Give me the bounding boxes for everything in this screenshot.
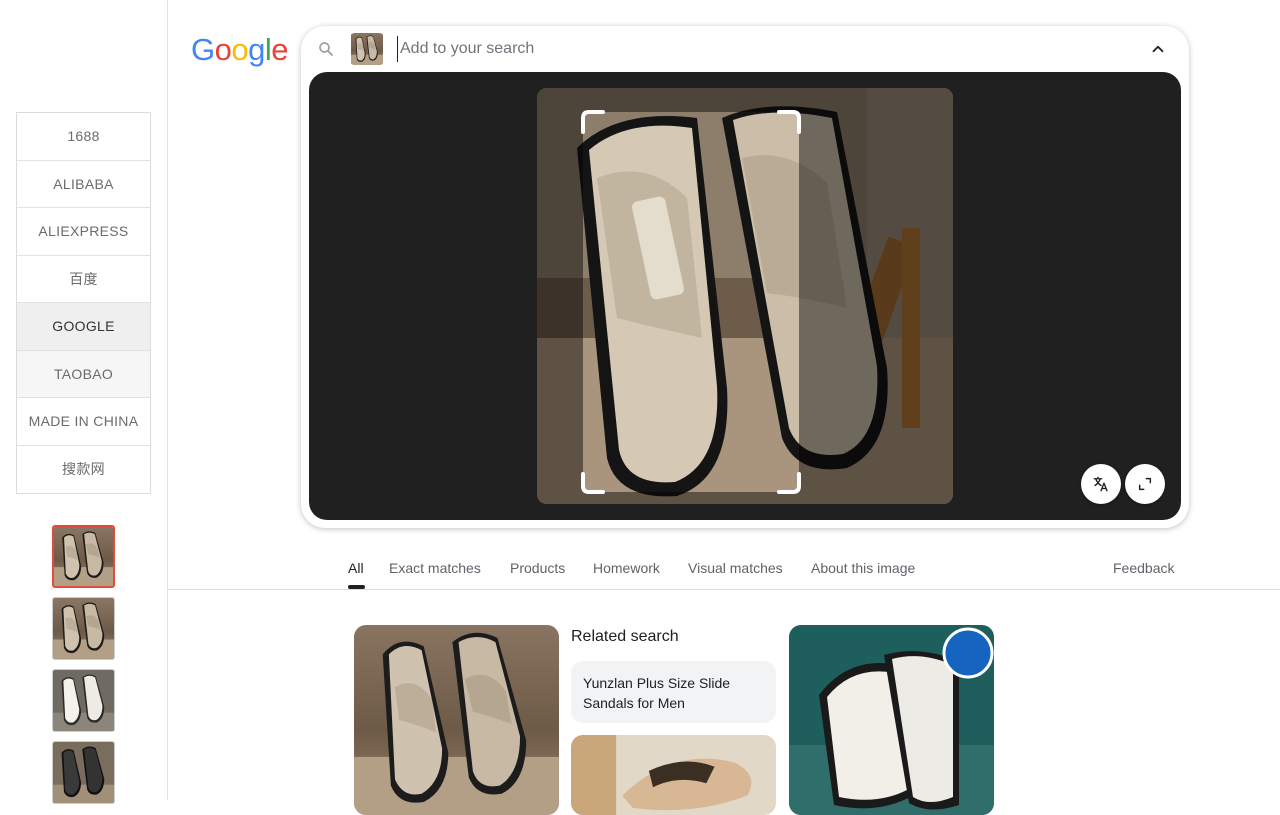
feedback-link[interactable]: Feedback <box>1113 560 1174 576</box>
engine-taobao[interactable]: TAOBAO <box>17 351 150 399</box>
logo-letter: o <box>231 32 248 68</box>
sandal-photo-icon <box>54 527 113 586</box>
engine-sidebar: 1688 ALIBABA ALIEXPRESS 百度 GOOGLE TAOBAO… <box>0 0 168 800</box>
sandal-photo-icon <box>354 625 559 815</box>
related-search-chip[interactable]: Yunzlan Plus Size Slide Sandals for Men <box>571 661 776 723</box>
search-input[interactable] <box>397 36 1097 62</box>
logo-letter: G <box>191 32 215 68</box>
result-image-1[interactable] <box>354 625 559 815</box>
engine-soukuan[interactable]: 搜款网 <box>17 446 150 494</box>
image-thumbnail-3[interactable] <box>52 669 115 732</box>
logo-letter: e <box>271 32 288 68</box>
sandal-black-photo-icon <box>53 742 114 803</box>
image-thumbnail-4[interactable] <box>52 741 115 804</box>
image-thumbnail-list <box>52 525 116 813</box>
engine-1688[interactable]: 1688 <box>17 113 150 161</box>
engine-google[interactable]: GOOGLE <box>17 303 150 351</box>
related-search-title: Related search <box>571 628 679 646</box>
sandal-product-image <box>537 88 953 504</box>
tab-all[interactable]: All <box>348 560 364 576</box>
engine-baidu[interactable]: 百度 <box>17 256 150 304</box>
sandal-photo-icon <box>571 735 776 815</box>
image-thumbnail-1[interactable] <box>52 525 115 588</box>
lens-search-card <box>301 26 1189 528</box>
chevron-up-icon[interactable] <box>1149 40 1167 58</box>
active-tab-indicator <box>348 585 365 589</box>
engine-alibaba[interactable]: ALIBABA <box>17 161 150 209</box>
engine-list: 1688 ALIBABA ALIEXPRESS 百度 GOOGLE TAOBAO… <box>16 112 151 494</box>
fullscreen-button[interactable] <box>1125 464 1165 504</box>
query-image <box>537 88 953 504</box>
engine-made-in-china[interactable]: MADE IN CHINA <box>17 398 150 446</box>
sandal-white-product-image <box>789 625 994 815</box>
result-image-2[interactable] <box>571 735 776 815</box>
search-bar <box>301 26 1189 72</box>
image-thumbnail-2[interactable] <box>52 597 115 660</box>
sandal-photo-icon <box>349 33 385 65</box>
result-image-3[interactable] <box>789 625 994 815</box>
tab-exact-matches[interactable]: Exact matches <box>389 560 481 576</box>
results-tabs: All Exact matches Products Homework Visu… <box>168 548 1280 590</box>
logo-letter: g <box>248 32 265 68</box>
tab-about-this-image[interactable]: About this image <box>811 560 915 576</box>
fullscreen-icon <box>1137 476 1153 492</box>
sandal-white-photo-icon <box>53 670 114 731</box>
search-icon <box>317 40 335 58</box>
tab-homework[interactable]: Homework <box>593 560 660 576</box>
google-logo[interactable]: Google <box>191 32 288 68</box>
query-image-thumbnail[interactable] <box>349 33 385 65</box>
tab-products[interactable]: Products <box>510 560 565 576</box>
tab-visual-matches[interactable]: Visual matches <box>688 560 783 576</box>
sandal-photo-icon <box>53 598 114 659</box>
translate-icon <box>1092 475 1110 493</box>
translate-button[interactable] <box>1081 464 1121 504</box>
engine-aliexpress[interactable]: ALIEXPRESS <box>17 208 150 256</box>
logo-letter: o <box>215 32 232 68</box>
image-crop-stage <box>309 72 1181 520</box>
